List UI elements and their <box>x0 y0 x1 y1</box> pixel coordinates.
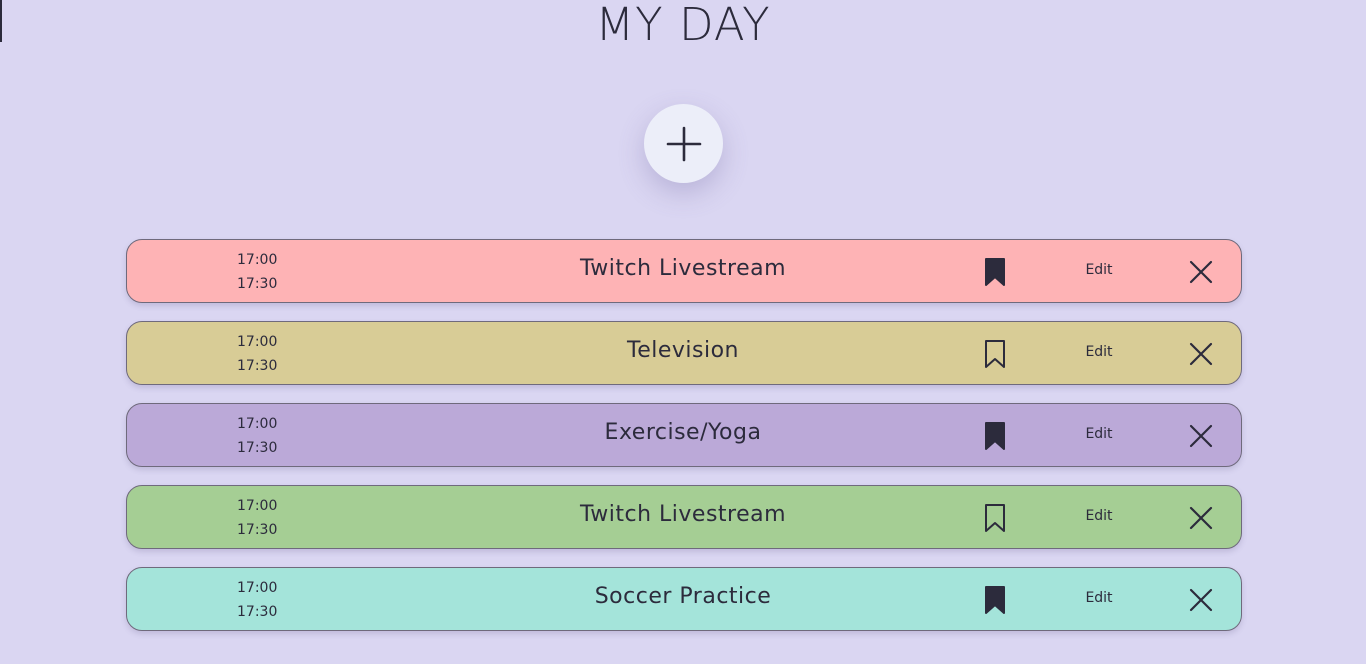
task-start-time: 17:00 <box>237 580 278 596</box>
edit-button[interactable]: Edit <box>1073 322 1125 384</box>
plus-icon <box>666 126 701 161</box>
task-list: 17:00 17:30 Twitch Livestream Edit 17:00… <box>126 239 1242 649</box>
delete-button[interactable] <box>1187 586 1215 614</box>
task-start-time: 17:00 <box>237 252 278 268</box>
close-icon <box>1189 424 1213 448</box>
task-end-time: 17:30 <box>237 604 278 620</box>
bookmark-icon <box>985 422 1005 450</box>
task-name: Twitch Livestream <box>579 502 787 527</box>
delete-button[interactable] <box>1187 340 1215 368</box>
task-end-time: 17:30 <box>237 440 278 456</box>
task-start-time: 17:00 <box>237 498 278 514</box>
task-end-time: 17:30 <box>237 276 278 292</box>
edit-button[interactable]: Edit <box>1073 240 1125 302</box>
task-times: 17:00 17:30 <box>237 330 277 378</box>
edit-button[interactable]: Edit <box>1073 486 1125 548</box>
close-icon <box>1189 588 1213 612</box>
task-row: 17:00 17:30 Exercise/Yoga Edit <box>126 403 1242 467</box>
task-row: 17:00 17:30 Twitch Livestream Edit <box>126 239 1242 303</box>
page-title: MY DAY <box>595 0 771 51</box>
bookmark-icon <box>985 258 1005 286</box>
bookmark-icon <box>985 340 1005 368</box>
task-name: Exercise/Yoga <box>604 420 762 445</box>
delete-button[interactable] <box>1187 504 1215 532</box>
bookmark-button[interactable] <box>982 420 1008 452</box>
task-start-time: 17:00 <box>237 416 278 432</box>
delete-button[interactable] <box>1187 422 1215 450</box>
task-name: Twitch Livestream <box>579 256 787 281</box>
bookmark-icon <box>985 504 1005 532</box>
task-row: 17:00 17:30 Soccer Practice Edit <box>126 567 1242 631</box>
task-times: 17:00 17:30 <box>237 412 277 460</box>
task-end-time: 17:30 <box>237 358 278 374</box>
close-icon <box>1189 260 1213 284</box>
task-start-time: 17:00 <box>237 334 278 350</box>
bookmark-button[interactable] <box>982 256 1008 288</box>
task-row: 17:00 17:30 Television Edit <box>126 321 1242 385</box>
bookmark-button[interactable] <box>982 338 1008 370</box>
edit-button[interactable]: Edit <box>1073 568 1125 630</box>
task-name: Television <box>627 338 739 363</box>
close-icon <box>1189 506 1213 530</box>
edit-button[interactable]: Edit <box>1073 404 1125 466</box>
add-task-button[interactable] <box>644 104 723 183</box>
bookmark-button[interactable] <box>982 584 1008 616</box>
task-times: 17:00 17:30 <box>237 494 277 542</box>
task-row: 17:00 17:30 Twitch Livestream Edit <box>126 485 1242 549</box>
task-times: 17:00 17:30 <box>237 248 277 296</box>
task-times: 17:00 17:30 <box>237 576 277 624</box>
task-name: Soccer Practice <box>594 584 772 609</box>
bookmark-icon <box>985 586 1005 614</box>
task-end-time: 17:30 <box>237 522 278 538</box>
close-icon <box>1189 342 1213 366</box>
bookmark-button[interactable] <box>982 502 1008 534</box>
delete-button[interactable] <box>1187 258 1215 286</box>
